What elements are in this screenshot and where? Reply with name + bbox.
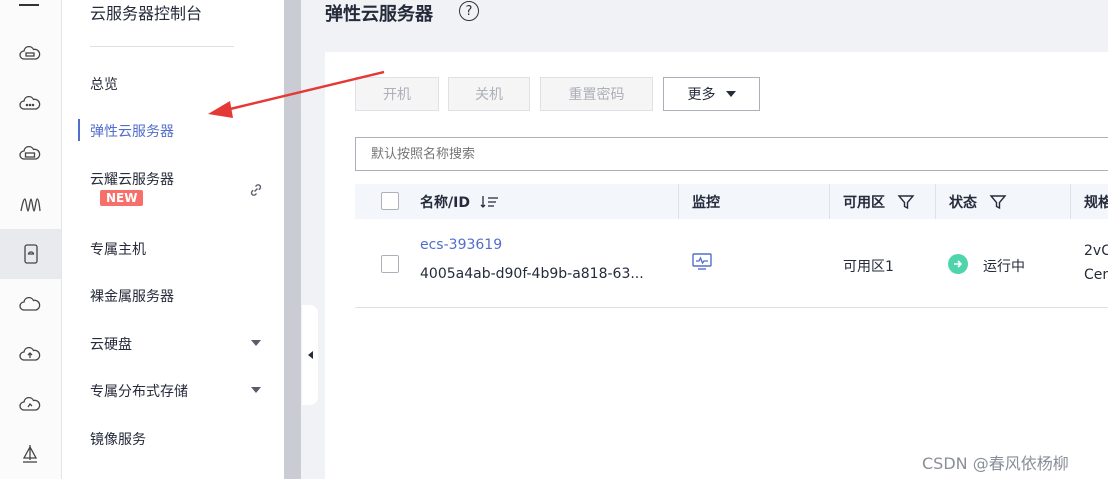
sidebar-item-ecs[interactable]: 弹性云服务器 xyxy=(90,121,174,141)
instance-name-link[interactable]: ecs-393619 xyxy=(420,237,502,253)
new-badge: NEW xyxy=(100,190,144,206)
instance-id: 4005a4ab-d90f-4b9b-a818-63... xyxy=(420,266,644,282)
instance-az: 可用区1 xyxy=(843,259,894,275)
external-link-icon[interactable] xyxy=(248,182,264,198)
cloud-server-icon[interactable] xyxy=(14,38,46,70)
divider xyxy=(90,46,234,47)
storage-icon[interactable] xyxy=(14,138,46,170)
instance-spec-line2: Cen xyxy=(1084,267,1108,283)
instance-spec-line1: 2vC xyxy=(1084,243,1108,259)
column-header-az[interactable]: 可用区 xyxy=(843,184,915,219)
sidebar-item-ims[interactable]: 镜像服务 xyxy=(90,429,146,449)
row-divider xyxy=(355,307,1108,308)
column-header-monitor: 监控 xyxy=(692,194,720,211)
waveform-icon[interactable] xyxy=(14,188,46,220)
column-header-status[interactable]: 状态 xyxy=(949,184,1007,219)
sidebar-item-overview[interactable]: 总览 xyxy=(90,74,118,94)
cloud-dots-icon[interactable] xyxy=(14,88,46,120)
start-button[interactable]: 开机 xyxy=(355,77,439,111)
chevron-down-icon[interactable] xyxy=(251,387,261,393)
cloud-icon[interactable] xyxy=(14,288,46,320)
watermark: CSDN @春风依杨柳 xyxy=(922,454,1069,473)
more-button[interactable]: 更多 xyxy=(663,77,760,111)
menu-icon[interactable] xyxy=(19,4,39,6)
chevron-down-icon xyxy=(725,91,736,97)
help-icon[interactable]: ? xyxy=(459,1,479,21)
console-title: 云服务器控制台 xyxy=(90,4,203,23)
column-divider xyxy=(935,184,936,219)
running-status-icon xyxy=(948,254,968,274)
device-icon[interactable] xyxy=(0,229,61,279)
chevron-left-icon xyxy=(307,351,313,359)
sailboat-icon[interactable] xyxy=(14,438,46,470)
search-input[interactable] xyxy=(355,137,1108,171)
monitor-icon[interactable] xyxy=(692,253,712,271)
sidebar-item-bms[interactable]: 裸金属服务器 xyxy=(90,286,174,306)
sidebar-item-dss[interactable]: 专属分布式存储 xyxy=(90,381,188,401)
page-title: 弹性云服务器 xyxy=(325,4,433,25)
sidebar-scrollbar[interactable] xyxy=(284,0,301,479)
instance-status: 运行中 xyxy=(983,259,1025,275)
sort-icon[interactable] xyxy=(480,194,500,210)
sidebar-item-dedicated-host[interactable]: 专属主机 xyxy=(90,239,146,259)
row-checkbox[interactable] xyxy=(381,255,399,273)
select-all-checkbox[interactable] xyxy=(381,192,399,210)
stop-button[interactable]: 关机 xyxy=(448,77,530,111)
column-divider xyxy=(829,184,830,219)
column-az-label: 可用区 xyxy=(843,194,885,211)
sidebar-menu: 云服务器控制台 总览 弹性云服务器 云耀云服务器 NEW 专属主机 裸金属服务器… xyxy=(62,0,284,479)
filter-icon[interactable] xyxy=(989,193,1007,211)
column-divider xyxy=(1070,184,1071,219)
filter-icon[interactable] xyxy=(897,193,915,211)
chevron-down-icon[interactable] xyxy=(251,340,261,346)
sidebar-item-hecs[interactable]: 云耀云服务器 xyxy=(90,169,174,189)
sidebar-item-evs[interactable]: 云硬盘 xyxy=(90,334,132,354)
column-name-label: 名称/ID xyxy=(420,194,470,211)
cloud-upload-icon[interactable] xyxy=(14,338,46,370)
cloud-backup-icon[interactable] xyxy=(14,388,46,420)
more-label: 更多 xyxy=(687,87,716,103)
icon-rail xyxy=(0,0,62,479)
column-status-label: 状态 xyxy=(949,194,977,211)
column-divider xyxy=(678,184,679,219)
column-header-spec: 规格 xyxy=(1084,194,1108,211)
reset-password-button[interactable]: 重置密码 xyxy=(540,77,653,111)
active-indicator xyxy=(78,119,80,141)
column-header-name[interactable]: 名称/ID xyxy=(420,184,500,219)
collapse-sidebar-button[interactable] xyxy=(302,305,318,405)
